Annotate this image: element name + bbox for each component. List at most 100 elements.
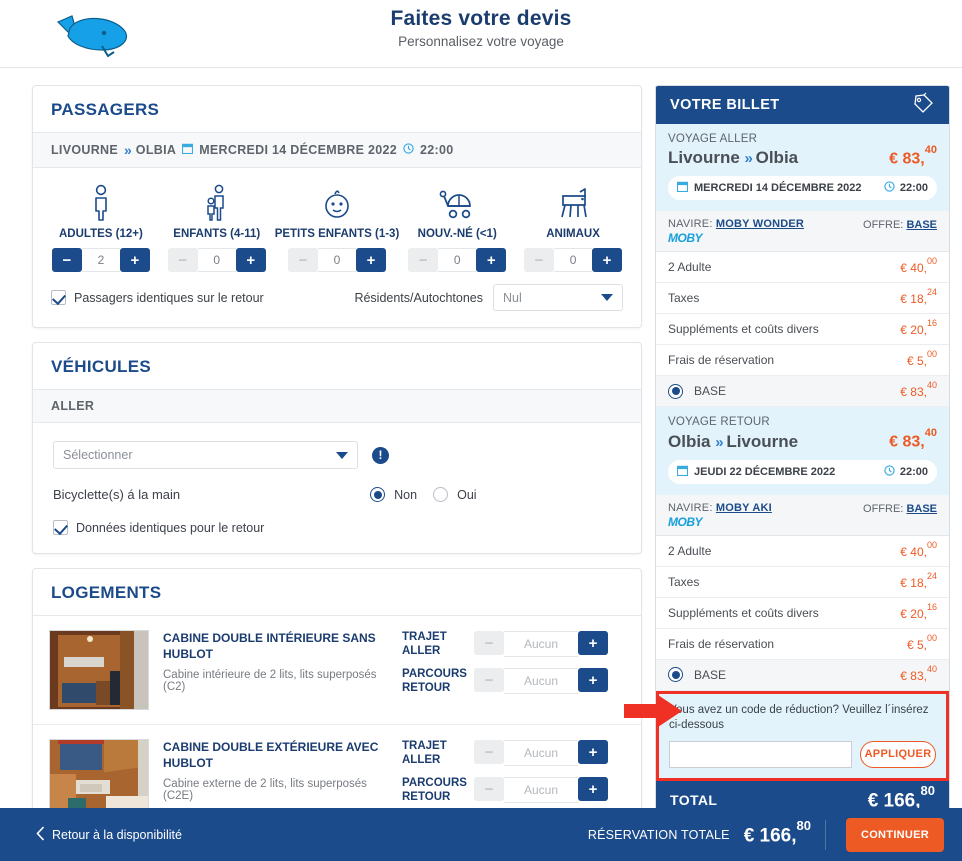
info-exclamation-icon[interactable]: ! [372, 446, 389, 464]
ticket-leg-from: Olbia [668, 431, 711, 451]
passengers-header: PASSAGERS [33, 86, 641, 133]
fare-base-radio[interactable] [668, 667, 683, 683]
accommodation-minus-button[interactable]: − [474, 777, 504, 802]
accommodation-info: CABINE DOUBLE INTÉRIEURE SANS HUBLOT Cab… [149, 630, 402, 693]
ticket-leg-route: Olbia » Livourne [668, 432, 798, 452]
residents-label: Résidents/Autochtones [354, 290, 483, 305]
fare-base-amount: € 83,40 [900, 663, 937, 683]
infant-count-value[interactable]: 0 [438, 248, 477, 272]
page-title: Faites votre devis [390, 7, 572, 30]
adult-count-value[interactable]: 2 [81, 248, 120, 272]
bike-radio-group: Non Oui [370, 487, 486, 502]
fare-base-amount: € 83,40 [900, 380, 937, 400]
bike-yes-radio[interactable] [433, 487, 449, 502]
line-amount: € 40,00 [900, 539, 937, 559]
ticket-leg-price: € 83,40 [889, 144, 937, 168]
accommodation-plus-button[interactable]: + [578, 777, 608, 802]
back-to-availability-link[interactable]: Retour à la disponibilité [36, 825, 182, 844]
accommodation-info: CABINE DOUBLE EXTÉRIEURE AVEC HUBLOT Cab… [149, 739, 402, 802]
ticket-fare-base-row[interactable]: BASE € 83,40 [656, 659, 949, 691]
child-count-value[interactable]: 0 [197, 248, 236, 272]
cabin-exterior-photo[interactable] [49, 739, 149, 819]
toddler-count-value[interactable]: 0 [317, 248, 356, 272]
vehicle-select[interactable]: Sélectionner [53, 441, 358, 469]
passengers-title: PASSAGERS [51, 100, 160, 119]
bike-label: Bicyclette(s) á la main [53, 487, 181, 502]
accommodation-name: CABINE DOUBLE EXTÉRIEURE AVEC HUBLOT [163, 740, 379, 771]
promo-code-input[interactable] [669, 740, 852, 768]
accommodation-minus-button[interactable]: − [474, 631, 504, 656]
accommodation-minus-button[interactable]: − [474, 668, 504, 693]
ticket-fare-base-row[interactable]: BASE € 83,40 [656, 376, 949, 408]
accommodation-desc: Cabine intérieure de 2 lits, lits superp… [163, 669, 377, 694]
route-arrow-icon: » [744, 150, 753, 168]
pet-minus-button[interactable]: − [524, 248, 555, 272]
ticket-line-item: Suppléments et coûts divers € 20,16 [656, 314, 949, 346]
infant-minus-button[interactable]: − [408, 248, 439, 272]
right-column: VOTRE BILLET VOYAGE ALLER Livourne » Olb… [655, 85, 950, 820]
ticket-leg-price-main: € 83, [889, 433, 925, 451]
child-plus-button[interactable]: + [235, 248, 266, 272]
accommodation-stepper: − Aucun + [474, 777, 608, 804]
ticket-line-item: 2 Adulte € 40,00 [656, 252, 949, 284]
adult-minus-button[interactable]: − [51, 248, 82, 272]
line-label: Suppléments et coûts divers [668, 605, 819, 620]
passenger-type-infant: NOUV.-NÉ (<1) − 0 + [399, 182, 515, 272]
accommodation-row: CABINE DOUBLE INTÉRIEURE SANS HUBLOT Cab… [33, 616, 641, 725]
adult-plus-button[interactable]: + [119, 248, 150, 272]
accommodation-minus-button[interactable]: − [474, 740, 504, 765]
chevron-down-icon [336, 451, 348, 459]
accommodation-value[interactable]: Aucun [504, 631, 578, 658]
ticket-leg-time: 22:00 [899, 182, 928, 195]
passengers-card: PASSAGERS LIVOURNE » OLBIA MERCREDI 14 D… [32, 85, 642, 328]
ship-name-link[interactable]: MOBY AKI [716, 502, 772, 514]
passenger-type-child: ENFANTS (4-11) − 0 + [159, 182, 275, 272]
bike-row: Bicyclette(s) á la main Non Oui [53, 487, 623, 502]
ticket-line-item: Suppléments et coûts divers € 20,16 [656, 598, 949, 629]
pet-plus-button[interactable]: + [592, 248, 623, 272]
ticket-leg-outbound-head: VOYAGE ALLER Livourne » Olbia € 83,40 ME… [656, 124, 949, 212]
residents-select[interactable]: Nul [493, 284, 623, 311]
accommodation-value[interactable]: Aucun [504, 777, 578, 804]
line-amount: € 20,16 [900, 601, 937, 621]
toddler-minus-button[interactable]: − [287, 248, 318, 272]
vehicle-select-row: Sélectionner ! [53, 441, 623, 469]
fare-base-radio[interactable] [668, 383, 683, 399]
vehicles-title: VÉHICULES [51, 357, 151, 376]
offer-row: OFFRE: BASE [863, 218, 937, 231]
ship-name-link[interactable]: MOBY WONDER [716, 218, 804, 230]
accommodation-plus-button[interactable]: + [578, 740, 608, 765]
accommodation-plus-button[interactable]: + [578, 631, 608, 656]
passenger-type-toddler: PETITS ENFANTS (1-3) − 0 + [275, 182, 399, 272]
accommodation-value[interactable]: Aucun [504, 668, 578, 695]
offer-value-link[interactable]: BASE [906, 503, 937, 515]
same-passengers-return-checkbox[interactable] [51, 290, 66, 305]
ticket-line-item: Taxes € 18,24 [656, 567, 949, 598]
ticket-leg-date: JEUDI 22 DÉCEMBRE 2022 [694, 465, 836, 478]
child-minus-button[interactable]: − [167, 248, 198, 272]
ticket-header: VOTRE BILLET [656, 86, 949, 124]
infant-plus-button[interactable]: + [476, 248, 507, 272]
accommodation-plus-button[interactable]: + [578, 668, 608, 693]
footer-total-amount: € 166,80 [743, 817, 811, 847]
left-column: PASSAGERS LIVOURNE » OLBIA MERCREDI 14 D… [32, 85, 642, 849]
passenger-type-adult: ADULTES (12+) − 2 + [43, 182, 159, 272]
offer-value-link[interactable]: BASE [906, 219, 937, 231]
accommodation-leg-outbound: TRAJET ALLER − Aucun + [402, 739, 627, 768]
line-amount: € 5,00 [906, 632, 937, 652]
vehicles-body: Sélectionner ! Bicyclette(s) á la main N… [33, 423, 641, 553]
cabin-interior-photo[interactable] [49, 630, 149, 710]
apply-promo-button[interactable]: APPLIQUER [860, 740, 936, 768]
vehicles-same-return-checkbox[interactable] [53, 520, 68, 535]
clock-icon [403, 143, 414, 157]
pet-count-value[interactable]: 0 [554, 248, 593, 272]
continue-button[interactable]: CONTINUER [846, 817, 944, 852]
toddler-plus-button[interactable]: + [355, 248, 386, 272]
accommodations-header: LOGEMENTS [33, 569, 641, 616]
bike-no-label: Non [394, 487, 418, 502]
accommodation-leg-label: TRAJET ALLER [402, 740, 447, 767]
bike-no-radio[interactable] [370, 487, 386, 502]
accommodation-value[interactable]: Aucun [504, 740, 578, 767]
route-from: LIVOURNE [51, 143, 118, 157]
vehicles-card: VÉHICULES ALLER Sélectionner ! Bicyclett… [32, 342, 642, 554]
